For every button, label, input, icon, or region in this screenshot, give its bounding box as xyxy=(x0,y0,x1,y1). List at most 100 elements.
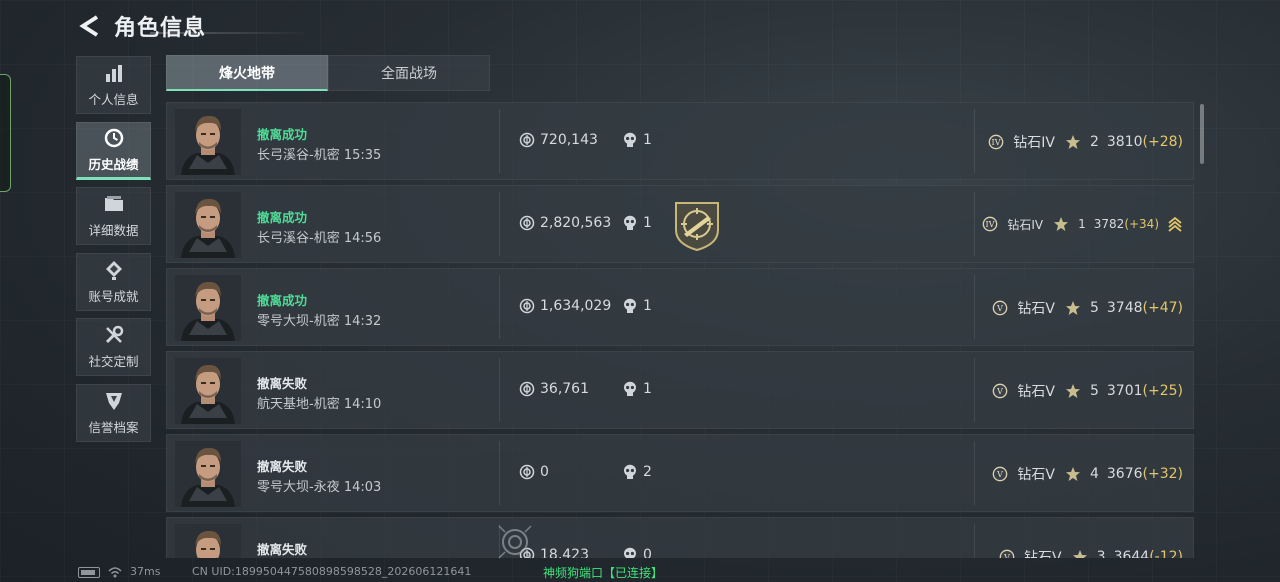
operator-avatar xyxy=(175,109,241,175)
history-clock-icon xyxy=(103,127,125,149)
rank-tier-icon: V xyxy=(992,300,1008,316)
svg-text:V: V xyxy=(1003,553,1010,558)
operator-avatar xyxy=(175,192,241,258)
skull-icon xyxy=(622,298,638,314)
rank-score-delta: (+28) xyxy=(1142,134,1183,150)
page-title: 角色信息 xyxy=(114,16,207,41)
tab-full-battlefield[interactable]: 全面战场 xyxy=(328,55,490,91)
rank-tier: 钻石IV xyxy=(1013,135,1055,151)
rank-tier-icon: IV xyxy=(988,134,1004,150)
loot-value: 18,423 xyxy=(540,547,589,558)
rank-score: 3701 xyxy=(1106,383,1143,399)
svg-text:IV: IV xyxy=(992,138,1001,147)
operator-avatar xyxy=(175,441,241,507)
svg-text:V: V xyxy=(997,387,1004,396)
rank-tier-icon: IV xyxy=(982,216,998,232)
map-and-time: 长弓溪谷-机密 15:35 xyxy=(257,148,382,163)
rank-tier: 钻石V xyxy=(1024,550,1062,558)
coin-icon xyxy=(519,381,535,397)
loot-value-group: 0 xyxy=(519,464,549,480)
row-divider xyxy=(499,358,500,422)
sidebar-item-achievements[interactable]: 账号成就 xyxy=(76,252,151,311)
rank-score: 3782 xyxy=(1093,217,1125,231)
folder-icon xyxy=(103,193,125,215)
wifi-icon xyxy=(108,567,122,578)
rank-stars: 4 xyxy=(1089,466,1099,482)
map-and-time: 零号大坝-机密 14:32 xyxy=(257,314,382,329)
kill-count: 1 xyxy=(643,381,652,397)
back-arrow-icon[interactable] xyxy=(76,13,102,39)
row-divider xyxy=(974,441,975,505)
match-record-row[interactable]: 撤离成功 长弓溪谷-机密 15:35 720,143 1 IV 钻石IV 2 3 xyxy=(166,102,1194,180)
kill-count: 1 xyxy=(643,132,652,148)
rank-score-delta: (-12) xyxy=(1149,549,1183,558)
rank-stars: 2 xyxy=(1089,134,1099,150)
kill-count: 2 xyxy=(643,464,652,480)
rank-up-chevron-icon xyxy=(1168,216,1182,232)
sidebar-item-label: 账号成就 xyxy=(88,288,139,304)
operator-avatar xyxy=(175,275,241,341)
list-scrollbar[interactable] xyxy=(1200,104,1204,164)
match-record-row[interactable]: 撤离失败 航天基地-机密 14:10 36,761 1 V 钻石V 5 3701 xyxy=(166,351,1194,429)
rank-tier: 钻石V xyxy=(1017,301,1055,317)
kill-count: 1 xyxy=(643,298,652,314)
sniper-medal-icon[interactable] xyxy=(672,200,722,252)
coin-icon xyxy=(519,298,535,314)
operator-avatar xyxy=(175,358,241,424)
tab-hazard-zone[interactable]: 烽火地带 xyxy=(166,55,328,91)
row-divider xyxy=(974,358,975,422)
extraction-status: 撤离失败 xyxy=(257,542,308,557)
skull-icon xyxy=(622,132,638,148)
rank-tier-icon: V xyxy=(992,383,1008,399)
match-history-list[interactable]: 撤离成功 长弓溪谷-机密 15:35 720,143 1 IV 钻石IV 2 3 xyxy=(166,102,1196,558)
rank-score-delta: (+25) xyxy=(1142,383,1183,399)
sidebar-item-personal-info[interactable]: 个人信息 xyxy=(76,56,151,114)
rank-group: V 钻石V 3 3644 (-12) xyxy=(999,547,1183,558)
rank-group: IV 钻石IV 2 3810 (+28) xyxy=(988,132,1183,152)
sidebar-item-social[interactable]: 社交定制 xyxy=(76,318,151,376)
side-drawer-handle[interactable] xyxy=(0,74,11,192)
row-divider xyxy=(499,192,500,256)
sidebar-item-label: 个人信息 xyxy=(88,92,139,107)
ping-readout: 37ms xyxy=(130,565,161,578)
rank-group: IV 钻石IV 1 3782 (+34) xyxy=(982,215,1183,233)
svg-text:IV: IV xyxy=(986,220,995,229)
sidebar-item-reputation[interactable]: 信誉档案 xyxy=(76,383,151,442)
kill-count: 1 xyxy=(643,215,652,231)
sidebar-item-detailed-data[interactable]: 详细数据 xyxy=(76,187,151,245)
match-record-row[interactable]: 撤离失败 18,423 0 V 钻石V 3 3644 (-12) xyxy=(166,517,1194,558)
kill-count: 0 xyxy=(643,547,652,558)
row-divider xyxy=(499,441,500,505)
match-record-row[interactable]: 撤离成功 长弓溪谷-机密 14:56 2,820,563 1 IV 钻石IV 1 xyxy=(166,185,1194,263)
connection-status: 神频狗端口【已连接】 xyxy=(543,566,664,580)
extraction-status: 撤离失败 xyxy=(257,459,308,474)
kill-count-group: 2 xyxy=(622,464,652,480)
kill-count-group: 1 xyxy=(622,298,652,314)
rank-score-delta: (+32) xyxy=(1142,466,1183,482)
page-header: 角色信息 xyxy=(76,10,206,42)
match-record-row[interactable]: 撤离失败 零号大坝-永夜 14:03 0 2 V 钻石V 4 3676 (+32… xyxy=(166,434,1194,512)
row-divider xyxy=(974,192,975,256)
row-divider xyxy=(974,109,975,173)
bar-chart-icon xyxy=(103,62,125,84)
rank-group: V 钻石V 4 3676 (+32) xyxy=(992,464,1183,484)
skull-icon xyxy=(622,464,638,480)
extraction-status: 撤离成功 xyxy=(257,293,308,308)
match-record-row[interactable]: 撤离成功 零号大坝-机密 14:32 1,634,029 1 V 钻石V 5 3 xyxy=(166,268,1194,346)
title-underline xyxy=(150,32,310,34)
rank-group: V 钻石V 5 3748 (+47) xyxy=(992,298,1183,318)
loot-value: 36,761 xyxy=(540,381,589,397)
rank-stars: 5 xyxy=(1089,383,1099,399)
rank-tier-icon: V xyxy=(999,549,1015,558)
mode-tabs: 烽火地带 全面战场 xyxy=(166,55,490,91)
sidebar-item-history[interactable]: 历史战绩 xyxy=(76,121,151,180)
loot-value: 2,820,563 xyxy=(540,215,612,231)
kill-count-group: 1 xyxy=(622,132,652,148)
map-and-time: 长弓溪谷-机密 14:56 xyxy=(257,231,382,246)
sidebar-item-label: 历史战绩 xyxy=(88,156,139,172)
star-icon xyxy=(1072,549,1088,558)
rank-score: 3644 xyxy=(1113,549,1150,558)
sidebar-item-label: 信誉档案 xyxy=(88,419,139,435)
uid-text: CN UID:189950447580898598528_20260612164… xyxy=(192,565,472,578)
battery-icon xyxy=(78,567,100,578)
